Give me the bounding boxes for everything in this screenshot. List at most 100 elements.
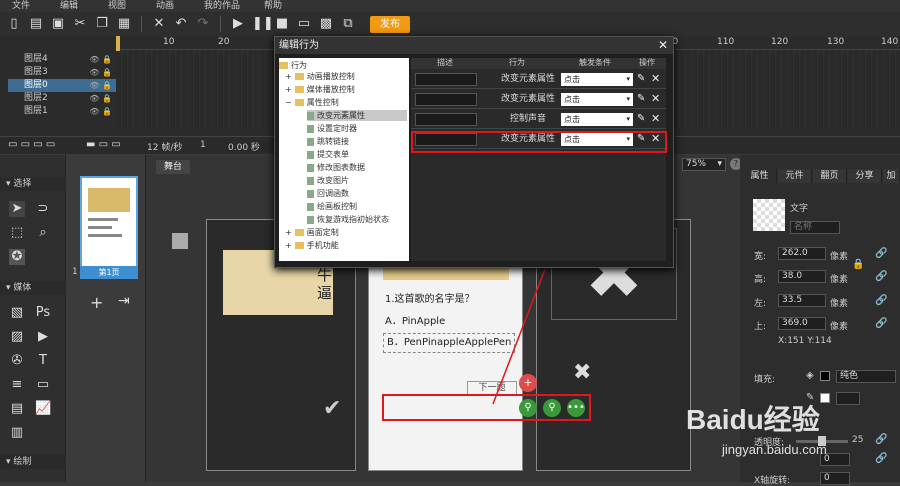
- top-input[interactable]: 369.0: [778, 317, 826, 330]
- description-input[interactable]: [415, 93, 477, 106]
- layer-visibility-icon[interactable]: 👁 🔒: [89, 105, 112, 118]
- save-icon[interactable]: ▣: [50, 16, 66, 32]
- tree-item[interactable]: 绘画板控制: [307, 201, 357, 212]
- lock-ratio-icon[interactable]: 🔒: [852, 259, 864, 270]
- paragraph-icon[interactable]: ≡: [9, 377, 25, 393]
- tab-page-turn[interactable]: 翻页: [813, 169, 847, 183]
- tree-folder[interactable]: + 动画播放控制: [285, 71, 355, 82]
- image-icon[interactable]: ▧: [9, 305, 25, 321]
- picture-icon[interactable]: ▨: [9, 329, 25, 345]
- link-icon[interactable]: 🔗: [875, 434, 887, 445]
- link-icon[interactable]: 🔗: [875, 318, 887, 329]
- layer-row[interactable]: 图层2 👁 🔒: [8, 92, 116, 105]
- more-icon[interactable]: •••: [567, 399, 585, 417]
- height-input[interactable]: 38.0: [778, 270, 826, 283]
- import-page-icon[interactable]: ⇥: [118, 293, 130, 309]
- menu-view[interactable]: 视图: [96, 0, 144, 12]
- close-icon[interactable]: ✕: [658, 38, 668, 52]
- open-folder-icon[interactable]: ▤: [28, 16, 44, 32]
- redo-icon[interactable]: ↷: [195, 16, 211, 32]
- tree-item[interactable]: 改变元素属性: [307, 110, 407, 121]
- zoom-icon[interactable]: ⌕: [35, 225, 51, 241]
- film-icon[interactable]: ✇: [9, 353, 25, 369]
- link-icon[interactable]: 🔗: [875, 271, 887, 282]
- menu-help[interactable]: 帮助: [252, 0, 300, 12]
- menu-edit[interactable]: 编辑: [48, 0, 96, 12]
- layer-row-selected[interactable]: 图层0 👁 🔒: [8, 79, 116, 92]
- tab-components[interactable]: 元件: [778, 169, 812, 183]
- play-icon[interactable]: ▶: [230, 16, 246, 32]
- fill-color-swatch[interactable]: [820, 371, 830, 381]
- layer-visibility-icon[interactable]: 👁 🔒: [89, 79, 112, 92]
- fill-type-select[interactable]: 纯色: [836, 370, 896, 383]
- link-icon[interactable]: 🔗: [875, 453, 887, 464]
- width-input[interactable]: 262.0: [778, 247, 826, 260]
- ps-icon[interactable]: Ps: [35, 305, 51, 321]
- code-icon[interactable]: ⧉: [340, 16, 356, 32]
- transform-icon[interactable]: ⬚: [9, 225, 25, 241]
- table-row[interactable]: 改变元素属性 点击 ▾ ✎ ✕: [411, 90, 666, 109]
- x-rotation-input[interactable]: 0: [820, 472, 850, 485]
- tree-folder[interactable]: + 媒体播放控制: [285, 84, 355, 95]
- publish-button[interactable]: 发布: [370, 15, 410, 33]
- expand-icon[interactable]: +: [285, 241, 292, 250]
- tab-more[interactable]: 加: [883, 169, 900, 183]
- menu-animation[interactable]: 动画: [144, 0, 192, 12]
- expand-icon[interactable]: +: [285, 72, 292, 81]
- stage-handle[interactable]: [172, 233, 188, 249]
- link-icon[interactable]: 🔗: [875, 295, 887, 306]
- trigger-select[interactable]: 点击 ▾: [561, 93, 633, 106]
- preview-icon[interactable]: ▭: [296, 16, 312, 32]
- delete-icon[interactable]: ✕: [151, 16, 167, 32]
- page-thumbnail[interactable]: [80, 176, 138, 277]
- link-icon[interactable]: ⚲: [519, 399, 537, 417]
- tree-folder[interactable]: − 属性控制: [285, 97, 339, 108]
- element-name-input[interactable]: 名称: [790, 221, 840, 234]
- left-input[interactable]: 33.5: [778, 294, 826, 307]
- trigger-select[interactable]: 点击 ▾: [561, 73, 633, 86]
- tree-item[interactable]: 修改图表数据: [307, 162, 365, 173]
- delete-icon[interactable]: ✕: [651, 112, 660, 125]
- tab-stage[interactable]: 舞台: [156, 160, 190, 174]
- add-page-icon[interactable]: +: [90, 293, 103, 312]
- zoom-select[interactable]: 75% ▾: [682, 158, 726, 171]
- text-icon[interactable]: T: [35, 353, 51, 369]
- lasso-icon[interactable]: ⊃: [35, 201, 51, 217]
- table-row[interactable]: 改变元素属性 点击 ▾ ✎ ✕: [411, 70, 666, 89]
- edit-icon[interactable]: ✎: [637, 113, 645, 124]
- layer-visibility-icon[interactable]: 👁 🔒: [89, 66, 112, 79]
- layer-row[interactable]: 图层1 👁 🔒: [8, 105, 116, 118]
- menu-my-works[interactable]: 我的作品: [192, 0, 252, 12]
- tree-item[interactable]: 回调函数: [307, 188, 349, 199]
- stroke-color-swatch[interactable]: [820, 393, 830, 403]
- slideshow-icon[interactable]: ▭: [35, 377, 51, 393]
- qrcode-icon[interactable]: ▩: [318, 16, 334, 32]
- option-a[interactable]: A．PinApple: [385, 312, 445, 327]
- stroke-width-select[interactable]: [836, 392, 860, 405]
- tab-share[interactable]: 分享: [848, 169, 882, 183]
- layer-visibility-icon[interactable]: 👁 🔒: [89, 92, 112, 105]
- delete-icon[interactable]: ✕: [651, 92, 660, 105]
- delete-icon[interactable]: ✕: [651, 72, 660, 85]
- paint-bucket-icon[interactable]: ◈: [806, 370, 814, 381]
- barcode-icon[interactable]: ▥: [9, 425, 25, 441]
- stop-icon[interactable]: ■: [274, 16, 290, 32]
- link-icon[interactable]: 🔗: [875, 248, 887, 259]
- layer-visibility-icon[interactable]: 👁 🔒: [89, 53, 112, 66]
- timeline-add-icon[interactable]: ▭ ▭ ▭ ▭: [8, 139, 55, 150]
- description-input[interactable]: [415, 113, 477, 126]
- copy-icon[interactable]: ❐: [94, 16, 110, 32]
- cut-icon[interactable]: ✂: [72, 16, 88, 32]
- code-block-icon[interactable]: ▤: [9, 401, 25, 417]
- tree-item[interactable]: 改变图片: [307, 175, 349, 186]
- tab-properties[interactable]: 属性: [743, 169, 777, 183]
- expand-icon[interactable]: +: [285, 85, 292, 94]
- edit-icon[interactable]: ✎: [637, 93, 645, 104]
- tree-folder[interactable]: + 手机功能: [285, 240, 339, 251]
- paste-icon[interactable]: ▦: [116, 16, 132, 32]
- option-b[interactable]: B．PenPinappleApplePen: [383, 333, 515, 353]
- new-file-icon[interactable]: ▯: [6, 16, 22, 32]
- tree-item[interactable]: 恢复游戏指初始状态: [307, 214, 389, 225]
- timeline-frame-icon[interactable]: ▬ ▭ ▭: [86, 139, 121, 150]
- expand-icon[interactable]: −: [285, 98, 292, 107]
